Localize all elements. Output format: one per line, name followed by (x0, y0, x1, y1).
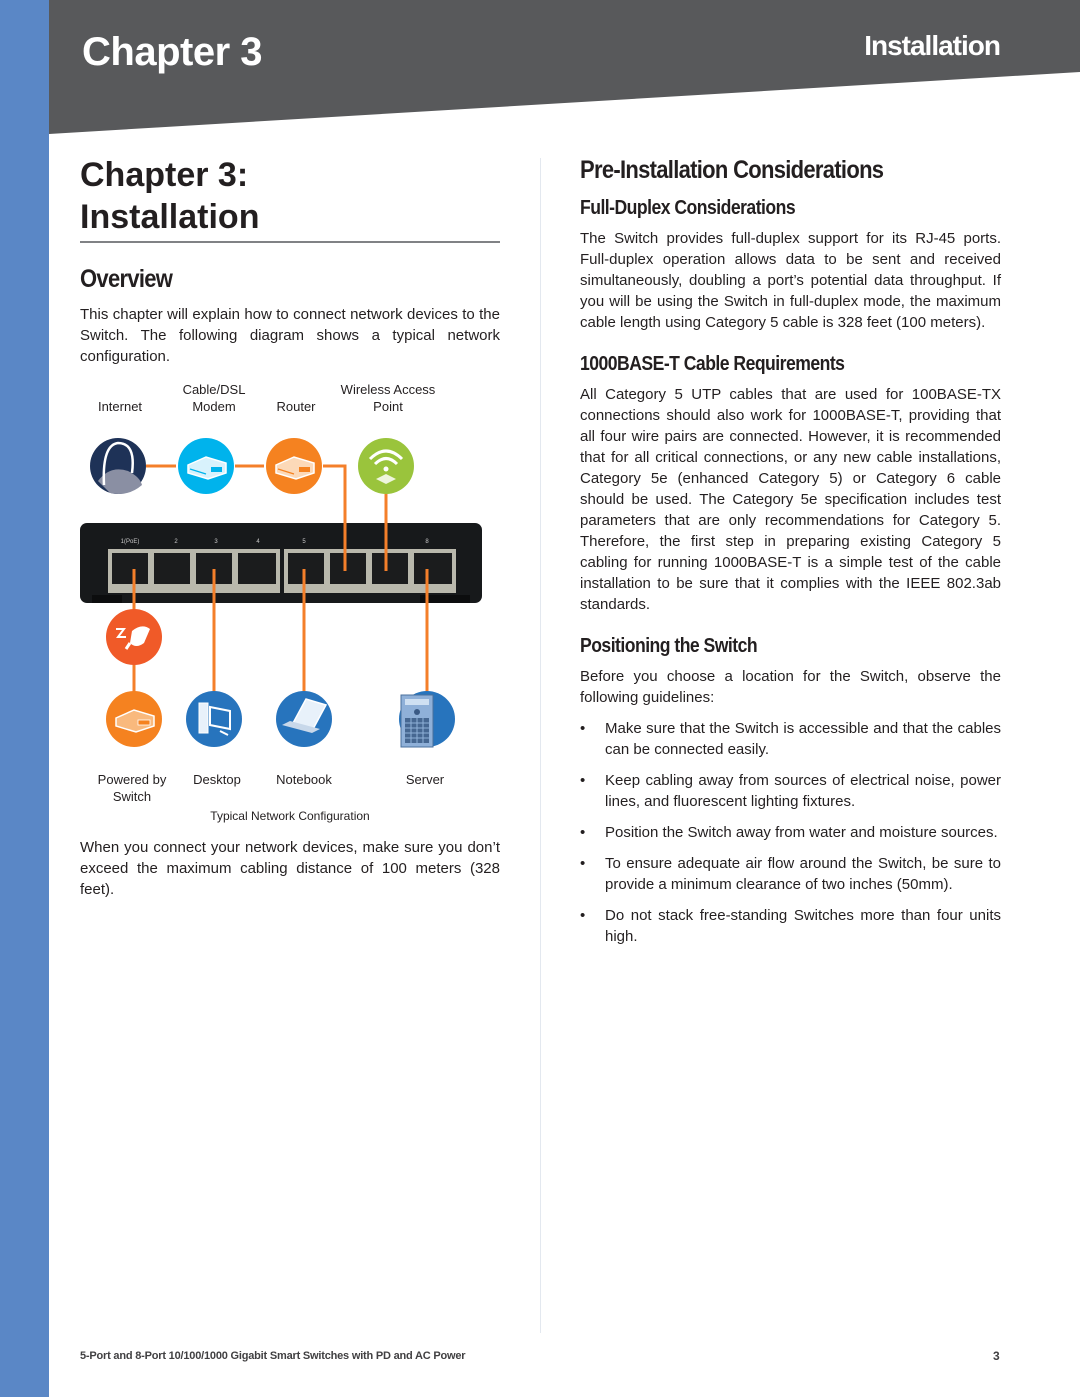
cable-requirements-text: All Category 5 UTP cables that are used … (580, 386, 1001, 613)
sidebar-accent (0, 0, 49, 1397)
footer-product-title: 5-Port and 8-Port 10/100/1000 Gigabit Sm… (80, 1350, 466, 1362)
list-item: • Keep cabling away from sources of elect… (580, 772, 1001, 810)
closing-text: When you connect your network devices, m… (80, 839, 500, 898)
overview-text: This chapter will explain how to connect… (80, 306, 500, 365)
port-label: 1(PoE) (121, 539, 140, 545)
positioning-heading: Positioning the Switch (580, 635, 758, 657)
wireless-ap-icon (358, 438, 414, 494)
chapter-title-line1: Chapter 3: (80, 156, 249, 194)
notebook-icon (276, 691, 332, 747)
left-column: Chapter 3: Installation Overview This ch… (80, 150, 500, 900)
router-icon (266, 438, 322, 494)
desktop-icon (186, 691, 242, 747)
full-duplex-heading: Full-Duplex Considerations (580, 197, 796, 219)
pre-installation-heading: Pre-Installation Considerations (580, 156, 884, 184)
header-section-label: Installation (864, 30, 1001, 61)
label-notebook: Notebook (276, 772, 332, 787)
bullet-icon: • (580, 720, 586, 737)
server-icon (399, 691, 455, 748)
list-item: • To ensure adequate air flow around the … (580, 855, 1001, 893)
full-duplex-text: The Switch provides full-duplex support … (580, 230, 1001, 331)
column-divider (540, 158, 541, 1333)
footer-page-number: 3 (993, 1349, 1000, 1363)
bullet-icon: • (580, 855, 586, 872)
list-item: • Position the Switch away from water and… (580, 824, 998, 841)
label-powered-by-switch: Powered by Switch (97, 772, 167, 804)
positioning-guidelines-list: • Make sure that the Switch is accessible… (580, 718, 1001, 947)
powered-device-icon (106, 691, 162, 747)
title-rule (80, 241, 500, 243)
chapter-title-line2: Installation (80, 198, 260, 236)
cable-requirements-heading: 1000BASE-T Cable Requirements (580, 353, 845, 375)
label-desktop: Desktop (193, 772, 241, 787)
network-diagram: Internet Cable/DSL Modem Router Wireless… (80, 373, 500, 833)
label-server: Server (405, 772, 445, 787)
bullet-icon: • (580, 824, 586, 841)
cables-bottom (132, 598, 429, 705)
modem-icon (178, 438, 234, 494)
diagram-graphics: 1(PoE) 2 3 4 5 6 7 8 (80, 438, 482, 748)
positioning-intro: Before you choose a location for the Swi… (580, 668, 1001, 706)
switch-device-image (80, 523, 482, 603)
header-chapter-label: Chapter 3 (82, 30, 263, 74)
poe-power-icon (106, 609, 162, 665)
list-item: • Make sure that the Switch is accessible… (580, 720, 1001, 758)
bullet-icon: • (580, 772, 586, 789)
internet-icon (90, 438, 146, 494)
right-column: Pre-Installation Considerations Full-Dup… (580, 150, 1001, 957)
diagram-caption: Typical Network Configuration (210, 809, 370, 823)
overview-heading: Overview (80, 265, 173, 293)
bullet-icon: • (580, 907, 586, 924)
chapter-title: Chapter 3: Installation (80, 154, 500, 238)
list-item: • Do not stack free-standing Switches mor… (580, 907, 1001, 945)
